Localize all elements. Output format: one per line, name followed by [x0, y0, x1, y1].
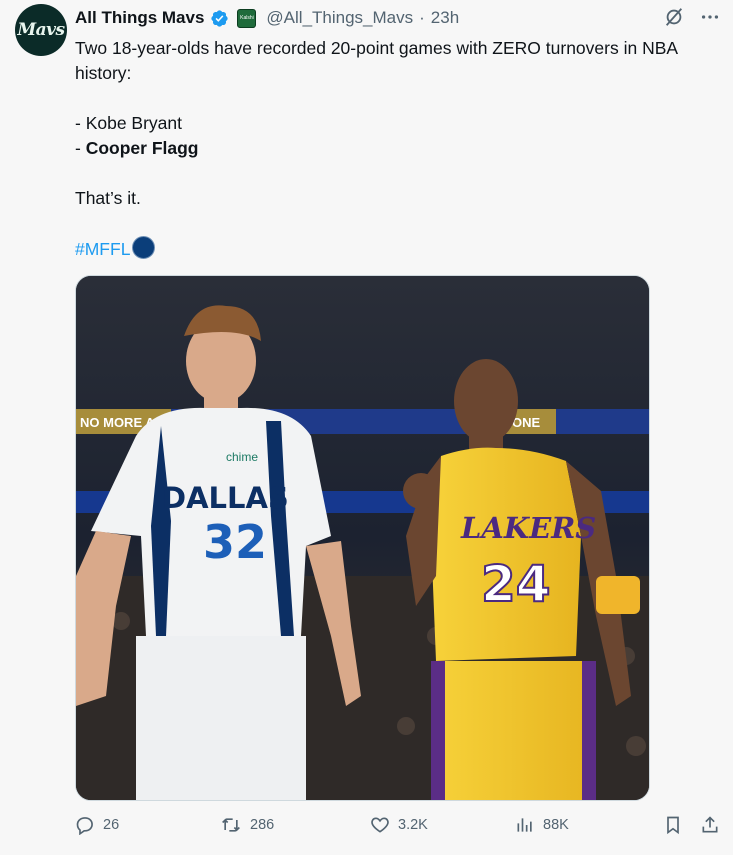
- repost-button[interactable]: 286: [220, 815, 274, 835]
- repost-count: 286: [250, 817, 275, 833]
- tweet-list-item: - Kobe Bryant: [75, 113, 182, 133]
- tweet-closing: That’s it.: [75, 188, 141, 208]
- reply-icon: [76, 817, 93, 835]
- tweet-top-actions: [663, 6, 721, 28]
- bookmark-icon: [667, 816, 679, 835]
- right-jersey-number: 24: [481, 555, 551, 613]
- view-count: 88K: [543, 817, 569, 833]
- more-icon[interactable]: [699, 6, 721, 28]
- tweet-line: Two 18-year-olds have recorded 20-point …: [75, 38, 678, 83]
- like-count: 3.2K: [398, 817, 428, 833]
- views-button[interactable]: 88K: [515, 815, 569, 835]
- display-name[interactable]: All Things Mavs: [75, 8, 204, 28]
- photo-illustration: NO MORE AL ONE DALLAS 32 chime LAKERS 24: [76, 276, 649, 800]
- verified-badge-icon[interactable]: [210, 9, 229, 28]
- left-jersey-patch: chime: [226, 450, 258, 464]
- views-icon: [517, 818, 532, 832]
- arena-banner-right: ONE: [512, 415, 541, 430]
- separator-dot: ·: [419, 8, 425, 27]
- reply-button[interactable]: 26: [75, 815, 119, 835]
- bold-name: Cooper Flagg: [85, 138, 199, 158]
- share-icon: [702, 816, 718, 833]
- mavs-logo-icon: [132, 236, 156, 259]
- tweet-text: Two 18-year-olds have recorded 20-point …: [75, 36, 715, 262]
- tweet-actions: 26 286 3.2K 88K: [75, 815, 725, 841]
- tweet-photo[interactable]: NO MORE AL ONE DALLAS 32 chime LAKERS 24: [75, 275, 650, 801]
- heart-icon: [371, 817, 389, 833]
- avatar-logo-text: Mavs: [17, 20, 65, 40]
- repost-icon: [222, 818, 240, 832]
- left-jersey-team: DALLAS: [162, 481, 289, 515]
- like-button[interactable]: 3.2K: [370, 815, 428, 835]
- left-jersey-number: 32: [203, 515, 267, 569]
- avatar[interactable]: Mavs: [15, 4, 67, 56]
- handle[interactable]: @All_Things_Mavs: [266, 8, 413, 28]
- grok-icon[interactable]: [663, 6, 685, 28]
- bookmark-button[interactable]: [663, 815, 683, 835]
- right-jersey-team: LAKERS: [460, 511, 596, 545]
- tweet-header: All Things Mavs Kalshi @All_Things_Mavs …: [75, 6, 643, 30]
- share-button[interactable]: [700, 815, 720, 835]
- reply-count: 26: [103, 817, 120, 833]
- timestamp[interactable]: 23h: [431, 8, 459, 28]
- hashtag-link[interactable]: #MFFL: [75, 239, 130, 259]
- affiliate-badge[interactable]: Kalshi: [237, 8, 257, 28]
- tweet-list-item: - Cooper Flagg: [75, 138, 199, 158]
